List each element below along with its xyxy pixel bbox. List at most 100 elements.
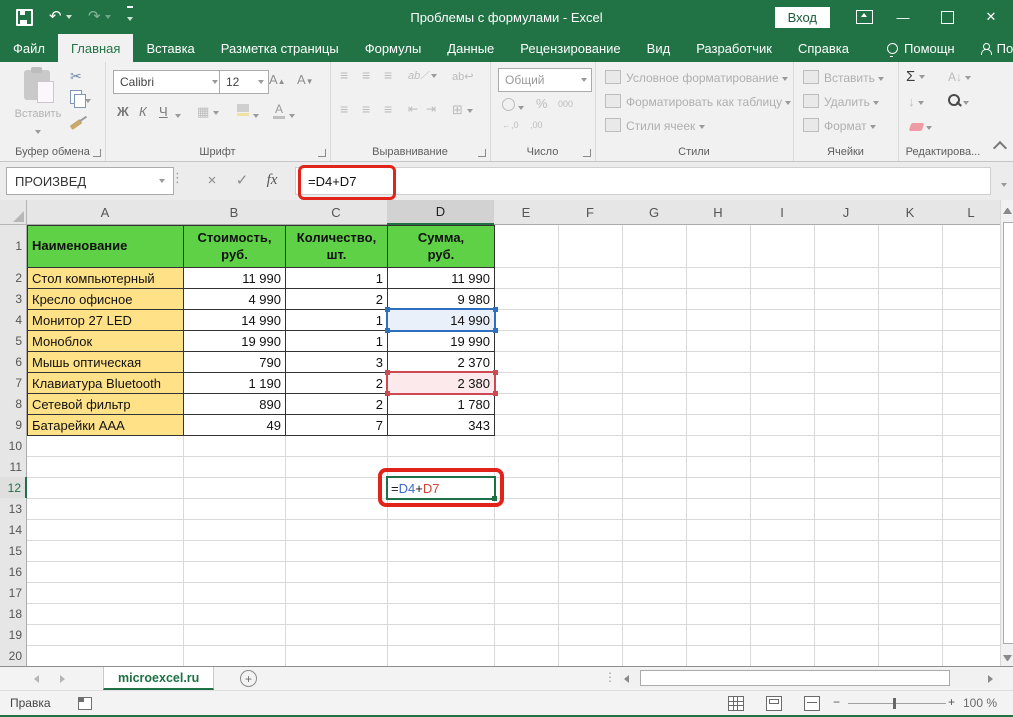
conditional-formatting-button[interactable]: Условное форматирование bbox=[605, 70, 788, 85]
alignment-dialog-launcher[interactable] bbox=[478, 149, 486, 157]
font-size-combo[interactable]: 12 bbox=[219, 70, 269, 94]
save-icon[interactable] bbox=[16, 9, 33, 26]
zoom-out-button[interactable]: − bbox=[833, 695, 840, 709]
page-layout-view-icon[interactable] bbox=[766, 696, 782, 711]
underline-button[interactable]: Ч bbox=[159, 104, 168, 119]
table-cell[interactable]: 11 990 bbox=[387, 267, 495, 289]
table-cell[interactable]: 890 bbox=[183, 393, 286, 415]
accounting-format-button[interactable] bbox=[502, 98, 524, 114]
row-header-13[interactable]: 13 bbox=[0, 498, 27, 520]
align-right-button[interactable]: ≡ bbox=[384, 102, 392, 117]
format-as-table-button[interactable]: Форматировать как таблицу bbox=[605, 94, 791, 109]
tabbar-splitter[interactable]: ⋮ bbox=[604, 670, 616, 684]
table-cell[interactable]: 19 990 bbox=[387, 330, 495, 352]
increase-indent-button[interactable]: ⇥ bbox=[426, 102, 436, 116]
table-cell[interactable]: 2 bbox=[285, 393, 388, 415]
table-cell[interactable]: 14 990 bbox=[183, 309, 286, 331]
enter-button[interactable]: ✓ bbox=[228, 167, 256, 193]
sign-in-button[interactable]: Вход bbox=[775, 7, 830, 28]
comma-style-button[interactable]: 000 bbox=[558, 99, 573, 109]
table-cell[interactable]: 1 bbox=[285, 330, 388, 352]
row-header-3[interactable]: 3 bbox=[0, 288, 27, 310]
borders-button[interactable]: ▦ bbox=[197, 104, 219, 120]
normal-view-icon[interactable] bbox=[728, 696, 744, 711]
column-header-D[interactable]: D bbox=[387, 200, 495, 225]
merge-center-button[interactable]: ⊞ bbox=[452, 102, 473, 118]
fill-button[interactable]: ↓ bbox=[908, 94, 924, 109]
table-cell[interactable]: 4 990 bbox=[183, 288, 286, 310]
ribbon-tab-10[interactable]: Помощн bbox=[874, 34, 968, 62]
name-box[interactable]: ПРОИЗВЕД bbox=[6, 167, 174, 195]
row-header-9[interactable]: 9 bbox=[0, 414, 27, 436]
scroll-right-icon[interactable] bbox=[988, 675, 993, 683]
format-painter-button[interactable] bbox=[70, 116, 82, 130]
ribbon-tab-11[interactable]: Поделиться bbox=[968, 34, 1013, 62]
table-cell[interactable]: 1 bbox=[285, 309, 388, 331]
wrap-text-button[interactable]: ab↩ bbox=[452, 70, 473, 83]
prev-sheet-icon[interactable] bbox=[34, 675, 39, 683]
table-cell[interactable]: Моноблок bbox=[27, 330, 184, 352]
italic-button[interactable]: К bbox=[139, 104, 147, 119]
table-cell[interactable]: 7 bbox=[285, 414, 388, 436]
zoom-slider-handle[interactable] bbox=[893, 698, 896, 709]
grow-font-button[interactable]: А▲ bbox=[269, 72, 286, 87]
row-header-5[interactable]: 5 bbox=[0, 330, 27, 352]
expand-formula-bar-icon[interactable] bbox=[1001, 176, 1007, 194]
ribbon-tab-4[interactable]: Формулы bbox=[352, 34, 435, 62]
table-cell[interactable]: 2 bbox=[285, 288, 388, 310]
column-header-H[interactable]: H bbox=[686, 200, 751, 225]
minimize-button[interactable]: — bbox=[881, 0, 925, 34]
table-cell[interactable]: Монитор 27 LED bbox=[27, 309, 184, 331]
select-all-corner[interactable] bbox=[0, 200, 27, 225]
undo-button[interactable]: ↶ bbox=[49, 8, 72, 26]
macro-record-icon[interactable] bbox=[78, 697, 92, 710]
table-cell[interactable]: Мышь оптическая bbox=[27, 351, 184, 373]
column-header-A[interactable]: A bbox=[27, 200, 184, 225]
zoom-slider[interactable] bbox=[848, 703, 946, 704]
row-header-14[interactable]: 14 bbox=[0, 519, 27, 541]
vertical-scrollbar[interactable] bbox=[1000, 200, 1013, 666]
fill-color-button[interactable] bbox=[237, 104, 249, 116]
ribbon-tab-9[interactable]: Справка bbox=[785, 34, 862, 62]
column-header-G[interactable]: G bbox=[622, 200, 687, 225]
ribbon-tab-2[interactable]: Вставка bbox=[133, 34, 207, 62]
clear-button[interactable] bbox=[910, 120, 932, 134]
row-header-8[interactable]: 8 bbox=[0, 393, 27, 415]
insert-cells-button[interactable]: Вставить bbox=[803, 70, 884, 85]
row-header-17[interactable]: 17 bbox=[0, 582, 27, 604]
percent-style-button[interactable]: % bbox=[536, 96, 548, 111]
row-header-20[interactable]: 20 bbox=[0, 645, 27, 666]
table-cell[interactable]: 343 bbox=[387, 414, 495, 436]
table-cell[interactable]: 1 bbox=[285, 267, 388, 289]
column-header-J[interactable]: J bbox=[814, 200, 879, 225]
scroll-up-icon[interactable] bbox=[1003, 208, 1012, 214]
cell-styles-button[interactable]: Стили ячеек bbox=[605, 118, 705, 133]
format-cells-button[interactable]: Формат bbox=[803, 118, 876, 133]
table-cell[interactable]: 9 980 bbox=[387, 288, 495, 310]
column-header-F[interactable]: F bbox=[558, 200, 623, 225]
font-name-combo[interactable]: Calibri bbox=[113, 70, 223, 94]
horizontal-scroll-thumb[interactable] bbox=[640, 670, 950, 686]
redo-button[interactable]: ↷ bbox=[88, 8, 111, 26]
increase-decimal-button[interactable]: ←,0 bbox=[502, 120, 519, 130]
row-header-16[interactable]: 16 bbox=[0, 561, 27, 583]
column-header-E[interactable]: E bbox=[494, 200, 559, 225]
align-bottom-button[interactable]: ≡ bbox=[384, 68, 392, 83]
table-cell[interactable]: 19 990 bbox=[183, 330, 286, 352]
formula-input[interactable]: =D4+D7 bbox=[295, 167, 991, 195]
ribbon-tab-6[interactable]: Рецензирование bbox=[507, 34, 633, 62]
zoom-level[interactable]: 100 % bbox=[963, 696, 997, 710]
row-header-10[interactable]: 10 bbox=[0, 435, 27, 457]
zoom-in-button[interactable]: + bbox=[948, 695, 955, 709]
cut-button[interactable]: ✂ bbox=[70, 68, 82, 85]
column-header-L[interactable]: L bbox=[942, 200, 1000, 225]
align-middle-button[interactable]: ≡ bbox=[362, 68, 370, 83]
find-select-button[interactable] bbox=[948, 94, 969, 109]
ribbon-tab-7[interactable]: Вид bbox=[634, 34, 684, 62]
ribbon-display-options-icon[interactable] bbox=[856, 10, 873, 24]
new-sheet-button[interactable]: + bbox=[240, 670, 257, 687]
font-color-button[interactable]: А bbox=[273, 102, 285, 119]
ribbon-tab-8[interactable]: Разработчик bbox=[683, 34, 785, 62]
table-cell[interactable]: 1 780 bbox=[387, 393, 495, 415]
sheet-tab-active[interactable]: microexcel.ru bbox=[103, 667, 214, 690]
